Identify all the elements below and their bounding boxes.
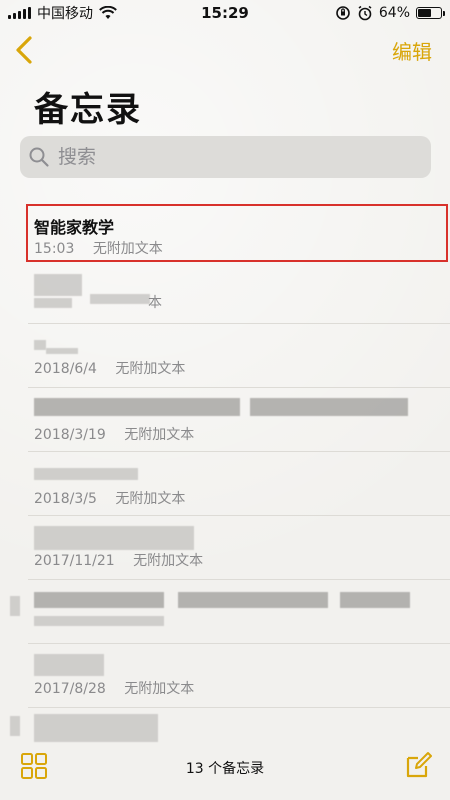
battery-fill	[418, 9, 431, 17]
note-row-selected[interactable]: 智能家教学 15:03 无附加文本	[26, 204, 448, 262]
carrier-label: 中国移动	[37, 6, 93, 22]
list-item[interactable]: 2018/3/5 无附加文本	[28, 454, 450, 516]
blurred-title	[340, 592, 410, 608]
note-preview: 本	[148, 295, 162, 311]
list-item[interactable]: 2017/11/21 无附加文本	[28, 518, 450, 580]
blurred-meta	[34, 298, 72, 308]
blurred-title	[46, 348, 78, 354]
notes-screen: 中国移动 15:29 64% 编辑 备忘录 搜索 智能家教学 15:03 无附加…	[0, 0, 450, 800]
note-date: 2017/8/28	[34, 681, 106, 697]
blurred-swipe	[10, 596, 20, 616]
note-preview: 无附加文本	[124, 681, 195, 697]
blurred-title	[250, 398, 408, 416]
list-item[interactable]: 2017/8/28 无附加文本	[28, 646, 450, 708]
note-date: 2017/11/21	[34, 553, 115, 569]
note-meta: 2017/8/28 无附加文本	[34, 678, 194, 698]
nav-bar: 编辑	[0, 30, 450, 70]
note-meta: 2018/3/19 无附加文本	[34, 424, 194, 444]
back-chevron-icon[interactable]	[10, 34, 40, 66]
note-preview: 无附加文本	[92, 241, 163, 257]
note-count: 13 个备忘录	[185, 761, 265, 777]
blurred-title	[34, 592, 164, 608]
blurred-title	[34, 468, 138, 480]
search-icon	[29, 147, 49, 167]
blurred-swipe	[10, 716, 20, 736]
blurred-meta	[34, 616, 164, 626]
blurred-title	[178, 592, 328, 608]
blurred-title	[34, 398, 240, 416]
search-input[interactable]	[56, 145, 400, 169]
note-title: 智能家教学	[34, 218, 115, 237]
battery-percent: 64%	[378, 5, 410, 21]
edit-button[interactable]: 编辑	[392, 36, 432, 65]
grid-icon[interactable]	[20, 752, 48, 780]
blurred-title	[34, 274, 82, 296]
note-preview: 无附加文本	[133, 553, 204, 569]
note-date: 2018/3/5	[34, 491, 97, 507]
status-bar: 中国移动 15:29 64%	[0, 0, 450, 26]
search-bar[interactable]	[20, 136, 431, 178]
note-date: 2018/3/19	[34, 427, 106, 443]
status-right: 64%	[335, 5, 445, 21]
blurred-meta	[90, 294, 150, 304]
note-meta: 15:03 无附加文本	[34, 238, 163, 258]
note-date: 2018/6/4	[34, 361, 97, 377]
note-meta: 2018/3/5 无附加文本	[34, 488, 185, 508]
blurred-title	[34, 340, 46, 350]
note-meta: 2018/6/4 无附加文本	[34, 358, 185, 378]
bottom-toolbar: 13 个备忘录	[0, 744, 450, 800]
note-date: 15:03	[34, 241, 75, 257]
note-meta: 2017/11/21 无附加文本	[34, 550, 203, 570]
list-item[interactable]	[10, 582, 450, 644]
signal-icon	[8, 7, 31, 19]
status-left: 中国移动	[8, 3, 117, 23]
note-preview: 无附加文本	[115, 491, 186, 507]
status-time: 15:29	[201, 4, 249, 22]
list-item[interactable]: 2018/6/4 无附加文本	[28, 326, 450, 388]
compose-icon[interactable]	[404, 750, 434, 780]
list-item[interactable]: 本	[28, 264, 450, 324]
blurred-title	[34, 526, 194, 550]
blurred-title	[34, 654, 104, 676]
alarm-icon	[358, 5, 372, 21]
note-preview: 无附加文本	[124, 427, 195, 443]
orientation-lock-icon	[336, 6, 350, 20]
blurred-title	[34, 714, 158, 742]
note-preview: 无附加文本	[115, 361, 186, 377]
battery-icon	[416, 7, 445, 19]
list-item[interactable]: 2018/3/19 无附加文本	[28, 390, 450, 452]
page-title: 备忘录	[34, 90, 142, 130]
wifi-icon	[99, 6, 117, 19]
